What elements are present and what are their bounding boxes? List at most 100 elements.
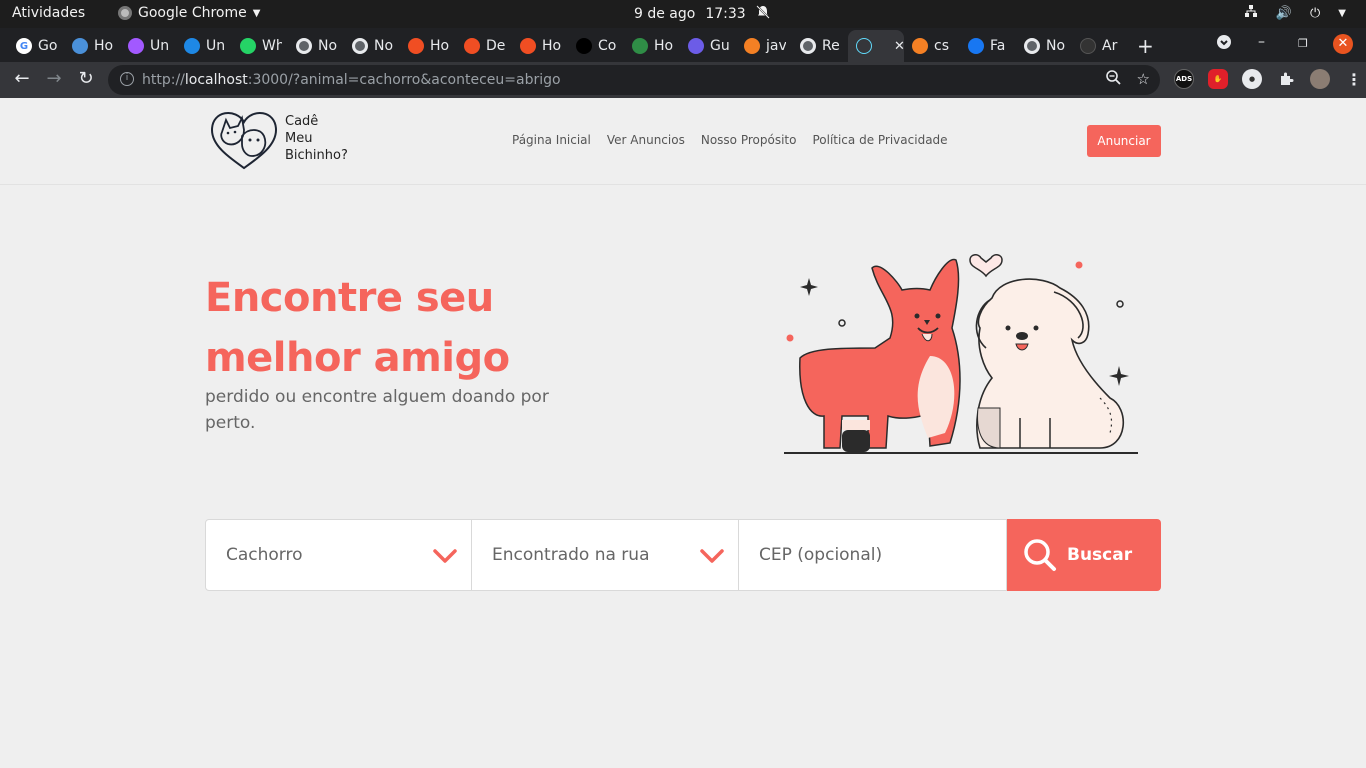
menu-kebab-icon[interactable]: ⋮ <box>1344 69 1364 89</box>
site-info-icon[interactable]: i <box>120 72 134 86</box>
tab-title: No <box>318 38 338 54</box>
tab-title: cs <box>934 38 949 54</box>
app-name-label: Google Chrome <box>138 5 247 21</box>
os-top-bar: Atividades Google Chrome ▼ 9 de ago 17:3… <box>0 0 1366 28</box>
zoom-icon[interactable] <box>1105 70 1121 89</box>
tab-title: Ho <box>94 38 114 54</box>
tab-search-icon[interactable] <box>1216 34 1232 54</box>
adblock-extension-icon[interactable]: ADS <box>1174 69 1194 89</box>
date-label: 9 de ago <box>634 6 696 22</box>
nav-home-link[interactable]: Página Inicial <box>512 133 591 147</box>
hotmart-icon <box>408 38 424 54</box>
browser-tab[interactable]: ✕ <box>848 30 904 62</box>
tab-title: Ho <box>430 38 450 54</box>
logo-text[interactable]: Cadê Meu Bichinho? <box>285 113 375 164</box>
hero-title-line: melhor amigo <box>205 335 510 381</box>
browser-tab[interactable]: Re <box>792 32 842 60</box>
dogs-illustration <box>780 248 1145 458</box>
tab-title: Co <box>598 38 617 54</box>
profile-avatar[interactable] <box>1310 69 1330 89</box>
tab-title: Re <box>822 38 840 54</box>
browser-tab[interactable]: Ho <box>624 32 674 60</box>
logo-icon[interactable] <box>208 106 280 172</box>
restore-icon[interactable]: ❐ <box>1298 37 1308 50</box>
url-text[interactable]: http://localhost:3000/?animal=cachorro&a… <box>142 72 561 88</box>
tab-title: Wh <box>262 38 282 54</box>
hand-extension-icon[interactable]: ✋ <box>1208 69 1228 89</box>
situation-select[interactable]: Encontrado na rua <box>472 519 739 591</box>
site-header: Cadê Meu Bichinho? Página Inicial Ver An… <box>0 98 1366 185</box>
url-scheme: http:// <box>142 72 185 88</box>
buscar-button[interactable]: Buscar <box>1007 519 1161 591</box>
logo-line: Meu <box>285 131 313 146</box>
nav-privacy-link[interactable]: Política de Privacidade <box>812 133 947 147</box>
whatsapp-icon <box>240 38 256 54</box>
tab-title: De <box>486 38 506 54</box>
tab-title: Ho <box>654 38 674 54</box>
forward-arrow-icon[interactable]: → <box>42 68 66 89</box>
minimize-icon[interactable]: – <box>1258 34 1265 50</box>
close-tab-icon[interactable]: ✕ <box>894 39 904 54</box>
buscar-label: Buscar <box>1067 545 1133 565</box>
reload-icon[interactable]: ↻ <box>74 68 98 89</box>
page-content: Cadê Meu Bichinho? Página Inicial Ver An… <box>0 98 1366 768</box>
nav-purpose-link[interactable]: Nosso Propósito <box>701 133 797 147</box>
browser-tab[interactable]: De <box>456 32 506 60</box>
search-icon <box>1024 539 1056 571</box>
browser-tab[interactable]: Ar <box>1072 32 1122 60</box>
cep-input[interactable]: CEP (opcional) <box>739 519 1007 591</box>
browser-tab[interactable]: Un <box>120 32 170 60</box>
browser-tab[interactable]: Fa <box>960 32 1010 60</box>
browser-tab[interactable]: G Go <box>8 32 58 60</box>
app-icon <box>72 38 88 54</box>
google-icon: G <box>16 38 32 54</box>
tab-title: Ho <box>542 38 562 54</box>
tab-title: jav <box>766 38 786 54</box>
extensions-area: ADS ✋ ● ⋮ <box>1174 69 1364 89</box>
browser-tab[interactable]: Gu <box>680 32 730 60</box>
browser-tab[interactable]: Ho <box>64 32 114 60</box>
anunciar-button[interactable]: Anunciar <box>1087 125 1161 157</box>
github-icon <box>1080 38 1096 54</box>
app-menu[interactable]: Google Chrome ▼ <box>118 5 260 21</box>
hotmart-icon <box>464 38 480 54</box>
extensions-puzzle-icon[interactable] <box>1276 69 1296 89</box>
browser-tab[interactable]: Un <box>176 32 226 60</box>
power-icon: ⏻ <box>1310 5 1321 21</box>
back-arrow-icon[interactable]: ← <box>10 68 34 89</box>
stackoverflow-icon <box>744 38 760 54</box>
extension-circle-icon[interactable]: ● <box>1242 69 1262 89</box>
chrome-icon <box>296 38 312 54</box>
situation-select-value: Encontrado na rua <box>492 545 650 565</box>
clock[interactable]: 9 de ago 17:33 <box>634 5 770 23</box>
close-window-icon[interactable]: ✕ <box>1333 34 1353 54</box>
browser-tab[interactable]: cs <box>904 32 954 60</box>
animal-select-value: Cachorro <box>226 545 303 565</box>
address-bar[interactable]: i http://localhost:3000/?animal=cachorro… <box>108 65 1160 95</box>
main-nav: Página Inicial Ver Anuncios Nosso Propós… <box>512 133 948 147</box>
browser-tab[interactable]: Wh <box>232 32 282 60</box>
activities-button[interactable]: Atividades <box>12 5 85 21</box>
browser-tab[interactable]: No <box>344 32 394 60</box>
browser-tab[interactable]: Ho <box>400 32 450 60</box>
browser-tab[interactable]: jav <box>736 32 786 60</box>
browser-tab[interactable]: Ho <box>512 32 562 60</box>
new-tab-button[interactable]: + <box>1137 34 1154 58</box>
hotmart-icon <box>520 38 536 54</box>
bookmark-star-icon[interactable]: ☆ <box>1137 70 1150 89</box>
react-icon <box>856 38 872 54</box>
nav-listings-link[interactable]: Ver Anuncios <box>607 133 685 147</box>
time-label: 17:33 <box>705 6 746 22</box>
animal-select[interactable]: Cachorro <box>205 519 472 591</box>
chevron-down-icon: ▼ <box>252 7 261 19</box>
system-tray[interactable]: 🔊 ⏻ ▼ <box>1244 4 1346 22</box>
browser-tab[interactable]: No <box>1016 32 1066 60</box>
volume-icon: 🔊 <box>1275 5 1292 21</box>
chevron-down-icon <box>433 549 457 563</box>
tab-title: Un <box>150 38 170 54</box>
browser-tab[interactable]: Co <box>568 32 618 60</box>
url-host: localhost <box>184 72 248 88</box>
browser-tab[interactable]: No <box>288 32 338 60</box>
chrome-icon <box>800 38 816 54</box>
url-path: :3000/?animal=cachorro&aconteceu=abrigo <box>247 72 561 88</box>
